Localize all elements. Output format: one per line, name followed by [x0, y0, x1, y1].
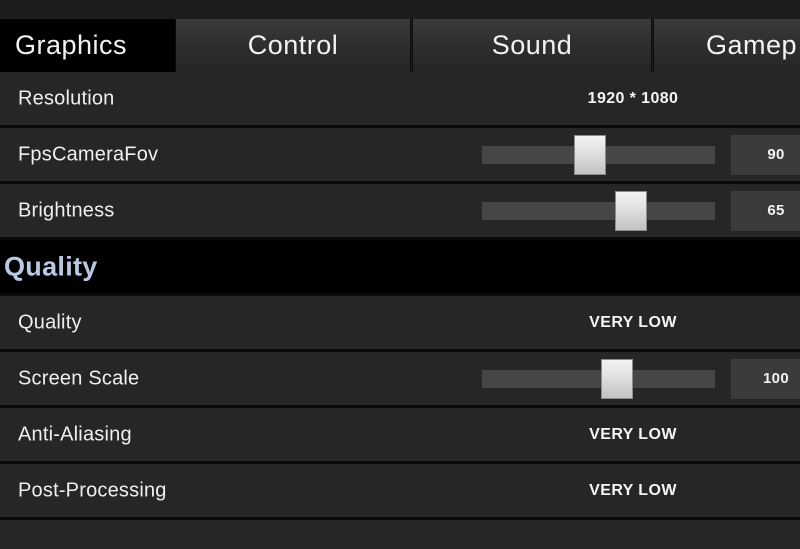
setting-label-screen-scale: Screen Scale — [18, 367, 140, 389]
setting-valuebox-fps-camera-fov: 90 — [731, 134, 800, 175]
tab-graphics[interactable]: Graphics — [0, 19, 175, 72]
section-label-quality: Quality — [4, 251, 98, 281]
setting-valuebox-screen-scale: 100 — [731, 358, 800, 399]
section-header-quality: Quality — [0, 240, 800, 296]
tab-gamepad[interactable]: Gamep — [653, 19, 800, 72]
setting-value-quality: VERY LOW — [589, 313, 677, 331]
setting-row-anti-aliasing[interactable]: Anti-Aliasing VERY LOW — [0, 408, 800, 464]
setting-label-post-processing: Post-Processing — [18, 479, 167, 501]
tab-sound[interactable]: Sound — [412, 19, 652, 72]
setting-label-fps-camera-fov: FpsCameraFov — [18, 143, 159, 165]
setting-value-anti-aliasing: VERY LOW — [589, 425, 677, 443]
setting-row-screen-scale[interactable]: Screen Scale 100 — [0, 352, 800, 408]
setting-row-partial[interactable] — [0, 520, 800, 549]
setting-row-resolution[interactable]: Resolution 1920 * 1080 — [0, 72, 800, 128]
slider-screen-scale[interactable] — [482, 358, 715, 399]
setting-label-brightness: Brightness — [18, 199, 115, 221]
setting-label-resolution: Resolution — [18, 87, 115, 109]
setting-valuebox-brightness: 65 — [731, 190, 800, 231]
setting-label-anti-aliasing: Anti-Aliasing — [18, 423, 132, 445]
setting-value-resolution: 1920 * 1080 — [587, 89, 679, 107]
tab-graphics-label: Graphics — [14, 30, 128, 60]
setting-value-screen-scale: 100 — [763, 370, 789, 387]
setting-row-post-processing[interactable]: Post-Processing VERY LOW — [0, 464, 800, 520]
setting-label-quality: Quality — [18, 311, 82, 333]
settings-screen: Graphics Control Sound Gamep Resolution … — [0, 0, 800, 549]
slider-brightness[interactable] — [482, 190, 715, 231]
tab-sound-label: Sound — [491, 30, 573, 60]
setting-row-quality[interactable]: Quality VERY LOW — [0, 296, 800, 352]
tab-bar: Graphics Control Sound Gamep — [0, 0, 800, 72]
slider-handle-screen-scale[interactable] — [600, 358, 633, 399]
slider-fps-camera-fov[interactable] — [482, 134, 715, 175]
slider-track-brightness[interactable] — [482, 201, 715, 220]
tab-control-label: Control — [247, 30, 339, 60]
slider-handle-fps-camera-fov[interactable] — [574, 134, 607, 175]
tab-gamepad-label: Gamep — [706, 30, 798, 60]
setting-value-post-processing: VERY LOW — [589, 481, 677, 499]
setting-value-brightness: 65 — [767, 202, 785, 219]
tab-control[interactable]: Control — [175, 19, 411, 72]
setting-row-brightness[interactable]: Brightness 65 — [0, 184, 800, 240]
setting-row-fps-camera-fov[interactable]: FpsCameraFov 90 — [0, 128, 800, 184]
setting-value-fps-camera-fov: 90 — [767, 146, 785, 163]
slider-handle-brightness[interactable] — [614, 190, 647, 231]
settings-list: Resolution 1920 * 1080 FpsCameraFov 90 B… — [0, 72, 800, 549]
slider-track-screen-scale[interactable] — [482, 369, 715, 388]
